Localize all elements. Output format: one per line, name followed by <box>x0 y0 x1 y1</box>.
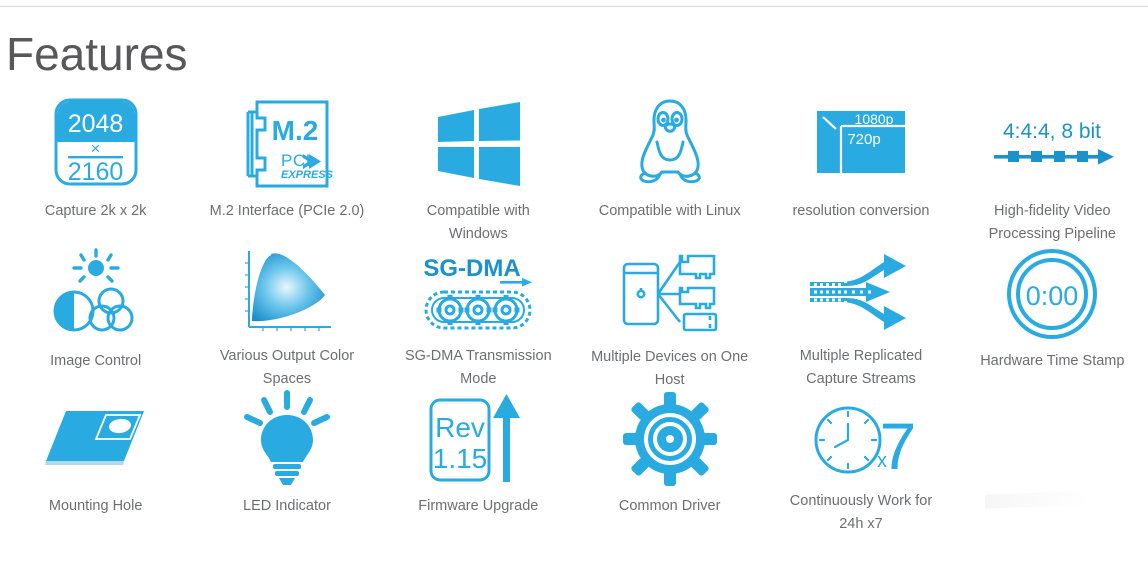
icon-text-sgdma: SG-DMA <box>424 255 521 282</box>
page-title: Features <box>6 28 188 80</box>
icon-text-outer-res: 1080p <box>855 111 894 127</box>
mounting-hole-plate-icon <box>0 391 191 487</box>
feature-label: resolution conversion <box>792 203 930 219</box>
feature-item[interactable]: Mounting Hole <box>0 391 191 536</box>
icon-text-times: × <box>90 139 100 158</box>
sg-dma-gears-icon: SG-DMA <box>383 246 574 337</box>
resolution-conversion-icon: 1080p 720p <box>765 96 956 192</box>
features-grid: 2048 × 2160 Capture 2k x 2k M.2 PCI EXPR… <box>0 96 1148 536</box>
icon-text-rev: Rev <box>435 412 485 443</box>
feature-item-empty <box>957 391 1148 536</box>
feature-item[interactable]: Common Driver <box>574 391 765 536</box>
icon-text-m2: M.2 <box>272 115 319 146</box>
feature-label: Multiple Devices on One Host <box>591 349 749 388</box>
feature-label: Compatible with Windows <box>426 203 530 242</box>
video-pipeline-arrow-icon: 4:4:4, 8 bit <box>957 96 1148 192</box>
m2-pcie-card-icon: M.2 PCI EXPRESS <box>191 96 382 192</box>
feature-label: Compatible with Linux <box>598 203 741 219</box>
feature-label: LED Indicator <box>243 498 331 514</box>
feature-item[interactable]: 0:00 Hardware Time Stamp <box>957 246 1148 391</box>
feature-item[interactable]: x 7 Continuously Work for 24h x7 <box>765 391 956 536</box>
icon-text-inner-res: 720p <box>847 131 880 148</box>
icon-text-pci: PCI <box>281 151 311 170</box>
feature-label: M.2 Interface (PCIe 2.0) <box>209 203 365 219</box>
multiple-devices-host-icon <box>574 246 765 338</box>
icon-text-bottom: 2160 <box>67 158 123 186</box>
feature-item[interactable]: Various Output Color Spaces <box>191 246 382 391</box>
icon-text-version: 1.15 <box>433 443 488 474</box>
clock-24x7-icon: x 7 <box>765 391 956 483</box>
feature-label: Various Output Color Spaces <box>219 348 355 387</box>
feature-item[interactable]: Multiple Replicated Capture Streams <box>765 246 956 391</box>
empty-slot <box>957 391 1148 487</box>
led-lightbulb-icon <box>191 390 382 487</box>
resolution-2048x2160-icon: 2048 × 2160 <box>0 96 191 192</box>
feature-item[interactable]: Multiple Devices on One Host <box>574 246 765 391</box>
feature-item[interactable]: M.2 PCI EXPRESS M.2 Interface (PCIe 2.0) <box>191 96 382 246</box>
feature-item[interactable]: LED Indicator <box>191 390 382 536</box>
feature-label: Continuously Work for 24h x7 <box>789 493 933 532</box>
features-page: Features 2048 × 2160 Capture 2k x 2k M.2… <box>0 0 1148 566</box>
replicated-streams-arrows-icon <box>765 246 956 337</box>
gear-driver-icon <box>574 391 765 487</box>
linux-tux-penguin-icon <box>574 96 765 192</box>
icon-text-top: 2048 <box>67 110 123 138</box>
feature-label: Image Control <box>50 353 142 369</box>
feature-label: Firmware Upgrade <box>418 498 539 514</box>
feature-item[interactable]: Rev 1.15 Firmware Upgrade <box>383 391 574 536</box>
feature-label: Multiple Replicated Capture Streams <box>799 348 923 387</box>
icon-text-format: 4:4:4, 8 bit <box>1003 120 1101 143</box>
feature-label: Hardware Time Stamp <box>980 353 1125 369</box>
icon-text-time: 0:00 <box>1026 281 1079 311</box>
firmware-upgrade-icon: Rev 1.15 <box>383 391 574 487</box>
icon-text-express: EXPRESS <box>281 169 334 181</box>
color-space-chromaticity-icon <box>191 246 382 337</box>
hardware-timestamp-clock-icon: 0:00 <box>957 246 1148 342</box>
feature-label: High-fidelity Video Processing Pipeline <box>988 203 1116 242</box>
windows-logo-icon <box>383 96 574 192</box>
feature-item[interactable]: Compatible with Windows <box>383 96 574 246</box>
image-control-icon <box>0 246 191 342</box>
feature-item[interactable]: SG-DMA SG-DMA Transmission Mode <box>383 246 574 391</box>
feature-label: Common Driver <box>618 498 721 514</box>
top-divider <box>0 6 1148 7</box>
feature-label: Capture 2k x 2k <box>44 203 147 219</box>
feature-item[interactable]: Image Control <box>0 246 191 391</box>
feature-label: SG-DMA Transmission Mode <box>404 348 552 387</box>
feature-item[interactable]: Compatible with Linux <box>574 96 765 246</box>
feature-item[interactable]: 2048 × 2160 Capture 2k x 2k <box>0 96 191 246</box>
feature-item[interactable]: 4:4:4, 8 bit High-fidelity Video Process… <box>957 96 1148 246</box>
feature-item[interactable]: 1080p 720p resolution conversion <box>765 96 956 246</box>
feature-label: Mounting Hole <box>48 498 143 514</box>
icon-text-days: 7 <box>880 409 917 483</box>
